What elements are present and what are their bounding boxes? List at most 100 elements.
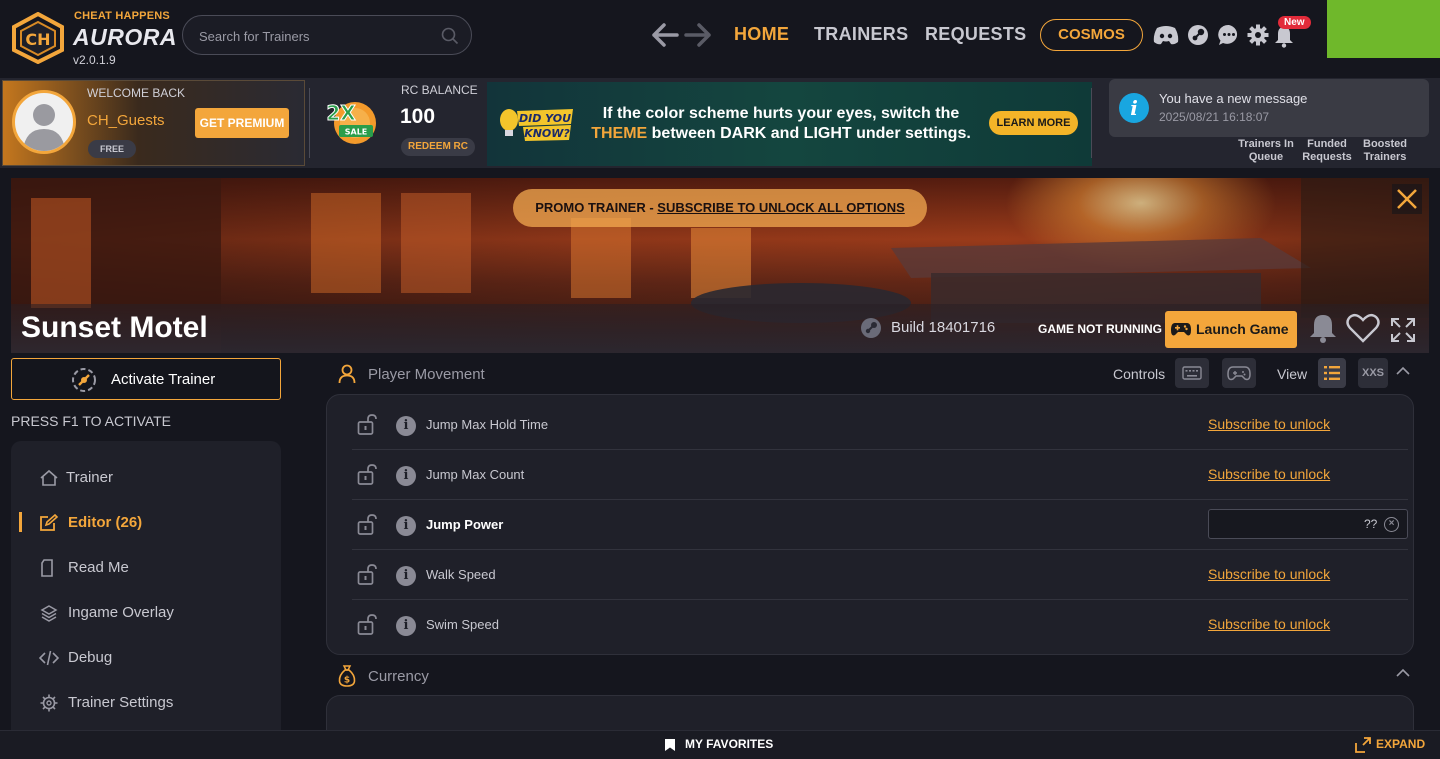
close-banner-icon[interactable] xyxy=(1392,184,1422,214)
info-icon[interactable]: i xyxy=(396,416,416,436)
account-tier-badge: FREE xyxy=(88,140,136,158)
steam-platform-icon xyxy=(860,317,882,339)
list-icon xyxy=(1324,366,1340,380)
search-icon[interactable] xyxy=(441,27,459,45)
build-number: Build 18401716 xyxy=(891,319,996,336)
gamepad-controls-button[interactable] xyxy=(1222,358,1256,388)
subscribe-to-unlock-link[interactable]: Subscribe to unlock xyxy=(1208,616,1330,632)
unlock-icon[interactable] xyxy=(357,514,377,536)
favorite-heart-icon[interactable] xyxy=(1346,313,1380,343)
nav-trainers[interactable]: TRAINERS xyxy=(814,24,908,45)
keyboard-controls-button[interactable] xyxy=(1175,358,1209,388)
power-toggle-icon xyxy=(70,366,98,394)
avatar[interactable] xyxy=(12,90,76,154)
expand-button[interactable]: EXPAND xyxy=(1376,737,1425,751)
welcome-label: WELCOME BACK xyxy=(87,86,186,100)
player-icon xyxy=(338,364,356,384)
nav-requests[interactable]: REQUESTS xyxy=(925,24,1026,45)
info-icon[interactable]: i xyxy=(396,516,416,536)
option-row: i Walk Speed Subscribe to unlock xyxy=(352,550,1408,600)
chat-icon[interactable] xyxy=(1218,24,1240,46)
did-you-know-badge: DID YOU KNOW? xyxy=(497,105,575,143)
controls-label: Controls xyxy=(1113,366,1166,382)
divider xyxy=(1091,88,1092,158)
section-title-player-movement[interactable]: Player Movement xyxy=(368,366,485,383)
chevron-up-icon[interactable] xyxy=(1396,366,1410,376)
sidebar-item-label: Ingame Overlay xyxy=(68,604,174,621)
settings-gear-icon[interactable] xyxy=(1247,24,1269,46)
alert-bell-icon[interactable] xyxy=(1307,312,1339,344)
activate-trainer-label: Activate Trainer xyxy=(111,371,216,388)
bookmark-icon xyxy=(664,738,676,752)
chevron-up-icon[interactable] xyxy=(1396,668,1410,678)
stat-funded-requests[interactable]: Funded Requests xyxy=(1302,138,1352,164)
option-row: i Swim Speed Subscribe to unlock xyxy=(352,600,1408,650)
sale-badge[interactable]: 2X SALE xyxy=(323,96,379,146)
subscribe-to-unlock-link[interactable]: Subscribe to unlock xyxy=(1208,566,1330,582)
stat-label-line2: Requests xyxy=(1302,151,1352,163)
promo-trainer-banner[interactable]: PROMO TRAINER - SUBSCRIBE TO UNLOCK ALL … xyxy=(513,189,927,227)
section-title-currency[interactable]: Currency xyxy=(368,668,429,685)
unlock-icon[interactable] xyxy=(357,564,377,586)
steam-icon[interactable] xyxy=(1187,24,1209,46)
new-notification-badge: New xyxy=(1278,16,1311,29)
learn-more-button[interactable]: LEARN MORE xyxy=(989,111,1078,135)
stat-label-line1: Boosted xyxy=(1363,138,1407,150)
my-favorites-button[interactable]: MY FAVORITES xyxy=(685,737,773,751)
unlock-icon[interactable] xyxy=(357,414,377,436)
tip-text: If the color scheme hurts your eyes, swi… xyxy=(586,104,976,144)
stat-label-line1: Funded xyxy=(1307,138,1347,150)
sidebar-item-label: Trainer xyxy=(66,469,113,486)
clear-input-icon[interactable]: × xyxy=(1384,517,1399,532)
option-name: Jump Power xyxy=(426,517,504,532)
rc-balance-value: 100 xyxy=(400,105,436,128)
notification-bell-icon[interactable] xyxy=(1274,26,1294,48)
sidebar-item-label: Read Me xyxy=(68,559,129,576)
game-title: Sunset Motel xyxy=(21,311,208,344)
back-arrow-icon[interactable] xyxy=(651,22,679,48)
rc-balance-label: RC BALANCE xyxy=(401,83,478,97)
promo-prefix: PROMO TRAINER - xyxy=(535,200,658,215)
gamepad-icon xyxy=(1171,321,1191,337)
sale-label: SALE xyxy=(345,128,368,137)
gamepad-icon xyxy=(1227,366,1251,381)
search-box xyxy=(182,15,472,55)
info-icon[interactable]: i xyxy=(396,466,416,486)
keyboard-icon xyxy=(1182,366,1202,380)
stat-trainers-in-queue[interactable]: Trainers In Queue xyxy=(1230,138,1302,164)
divider xyxy=(309,88,310,158)
list-view-button[interactable] xyxy=(1318,358,1346,388)
cheat-happens-logo-icon[interactable]: CH xyxy=(10,12,66,64)
edit-icon xyxy=(39,514,59,532)
get-premium-button[interactable]: GET PREMIUM xyxy=(195,108,289,138)
svg-text:$: $ xyxy=(344,676,350,686)
subscribe-link[interactable]: SUBSCRIBE TO UNLOCK ALL OPTIONS xyxy=(657,200,905,215)
info-icon: i xyxy=(1119,93,1149,123)
nav-home[interactable]: HOME xyxy=(734,24,789,45)
tip-line-2-rest: between DARK and LIGHT under settings. xyxy=(647,125,971,142)
option-name: Jump Max Count xyxy=(426,467,525,482)
unlock-icon[interactable] xyxy=(357,464,377,486)
stat-boosted-trainers[interactable]: Boosted Trainers xyxy=(1358,138,1412,164)
jump-power-input[interactable] xyxy=(1208,509,1408,539)
unlock-icon[interactable] xyxy=(357,614,377,636)
subscribe-to-unlock-link[interactable]: Subscribe to unlock xyxy=(1208,416,1330,432)
sale-multiplier: 2X xyxy=(326,101,356,125)
svg-text:CH: CH xyxy=(25,30,50,49)
tip-line-2: THEME between DARK and LIGHT under setti… xyxy=(586,124,976,144)
expand-icon[interactable] xyxy=(1355,737,1371,753)
subscribe-to-unlock-link[interactable]: Subscribe to unlock xyxy=(1208,466,1330,482)
notification-title: You have a new message xyxy=(1159,91,1308,106)
notification-toast[interactable] xyxy=(1109,79,1429,137)
fullscreen-expand-icon[interactable] xyxy=(1389,316,1417,344)
search-input[interactable] xyxy=(199,26,439,46)
discord-icon[interactable] xyxy=(1153,25,1179,45)
compact-view-button[interactable]: XXS xyxy=(1358,358,1388,388)
redeem-rc-button[interactable]: REDEEM RC xyxy=(401,138,475,156)
info-icon[interactable]: i xyxy=(396,566,416,586)
forward-arrow-icon[interactable] xyxy=(684,22,712,48)
stat-label-line1: Trainers In xyxy=(1238,138,1294,150)
nav-cosmos-button[interactable]: COSMOS xyxy=(1040,19,1143,51)
info-icon[interactable]: i xyxy=(396,616,416,636)
gear-icon xyxy=(39,694,59,712)
